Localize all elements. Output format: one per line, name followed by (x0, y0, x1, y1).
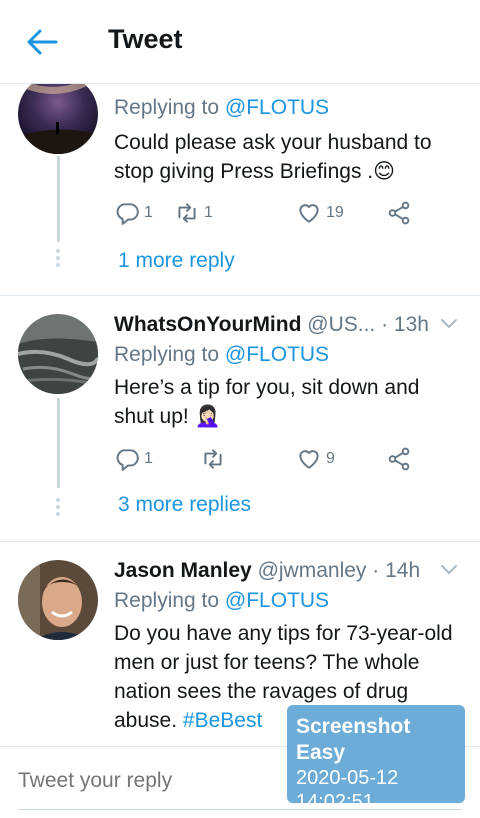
like-button[interactable]: 19 (296, 200, 344, 226)
retweet-icon (204, 449, 222, 469)
like-icon (299, 450, 319, 469)
thread-dots (56, 249, 61, 270)
share-icon (388, 447, 410, 471)
reply-button[interactable]: 1 (114, 200, 153, 226)
mention-link[interactable]: @FLOTUS (225, 96, 329, 119)
page-title: Tweet (108, 24, 183, 54)
mention-link[interactable]: @FLOTUS (225, 589, 329, 612)
mention-link[interactable]: @FLOTUS (225, 343, 329, 366)
screenshot-watermark: Screenshot Easy 2020-05-12 14:02:51 (287, 705, 465, 813)
reply-icon (116, 449, 139, 471)
share-button[interactable] (386, 200, 412, 226)
user-handle[interactable]: @jwmanley (258, 559, 367, 582)
watermark-date: 2020-05-12 (296, 767, 399, 789)
tweet-text: Here’s a tip for you, sit down and shut … (114, 376, 420, 428)
chevron-down-icon[interactable] (440, 564, 458, 576)
avatar[interactable] (18, 314, 98, 394)
display-name[interactable]: Jason Manley (114, 559, 252, 582)
thread-dots (56, 498, 61, 519)
more-replies-link[interactable]: 3 more replies (118, 493, 251, 517)
avatar[interactable] (18, 74, 98, 154)
tweet-reply[interactable]: Replying to @FLOTUS Could please ask you… (0, 74, 480, 296)
retweet-button[interactable]: 1 (174, 200, 213, 226)
like-icon (299, 204, 319, 223)
reply-icon (116, 203, 139, 225)
retweet-button[interactable] (200, 446, 226, 472)
replying-prefix: Replying to (114, 96, 220, 119)
tweet-actions: 1 1 19 (114, 200, 434, 230)
retweet-count: 1 (204, 204, 213, 221)
like-count: 19 (326, 204, 344, 221)
user-handle[interactable]: @US... (307, 313, 375, 336)
like-button[interactable]: 9 (296, 446, 335, 472)
chevron-down-icon[interactable] (440, 318, 458, 330)
share-icon (388, 201, 410, 225)
timestamp: · 13h (381, 313, 429, 336)
like-count: 9 (326, 450, 335, 467)
tweet-header: Jason Manley @jwmanley · 14h (114, 559, 420, 583)
replying-to: Replying to @FLOTUS (114, 96, 329, 120)
display-name[interactable]: WhatsOnYourMind (114, 313, 301, 336)
tweet-reply[interactable]: WhatsOnYourMind @US... · 13h Replying to… (0, 296, 480, 542)
top-app-bar: Tweet (0, 0, 480, 84)
reply-count: 1 (144, 204, 153, 221)
tweet-text: Could please ask your husband to stop gi… (114, 131, 432, 183)
timestamp: · 14h (372, 559, 421, 582)
back-arrow-icon[interactable] (26, 28, 58, 56)
thread-line (57, 156, 60, 242)
reply-count: 1 (144, 450, 153, 467)
reply-input[interactable] (18, 769, 318, 793)
hashtag-link[interactable]: #BeBest (183, 709, 262, 732)
share-button[interactable] (386, 446, 412, 472)
watermark-time: 14:02:51 (296, 791, 374, 813)
watermark-title: Screenshot Easy (296, 715, 411, 764)
more-replies-link[interactable]: 1 more reply (118, 249, 235, 273)
avatar[interactable] (18, 560, 98, 640)
retweet-icon (178, 203, 196, 223)
replying-prefix: Replying to (114, 343, 220, 366)
thread-line (57, 398, 60, 488)
tweet-actions: 1 9 (114, 446, 434, 476)
tweet-header: WhatsOnYourMind @US... · 13h (114, 313, 429, 337)
replying-to: Replying to @FLOTUS (114, 589, 329, 613)
replying-prefix: Replying to (114, 589, 220, 612)
replying-to: Replying to @FLOTUS (114, 343, 329, 367)
reply-button[interactable]: 1 (114, 446, 153, 472)
